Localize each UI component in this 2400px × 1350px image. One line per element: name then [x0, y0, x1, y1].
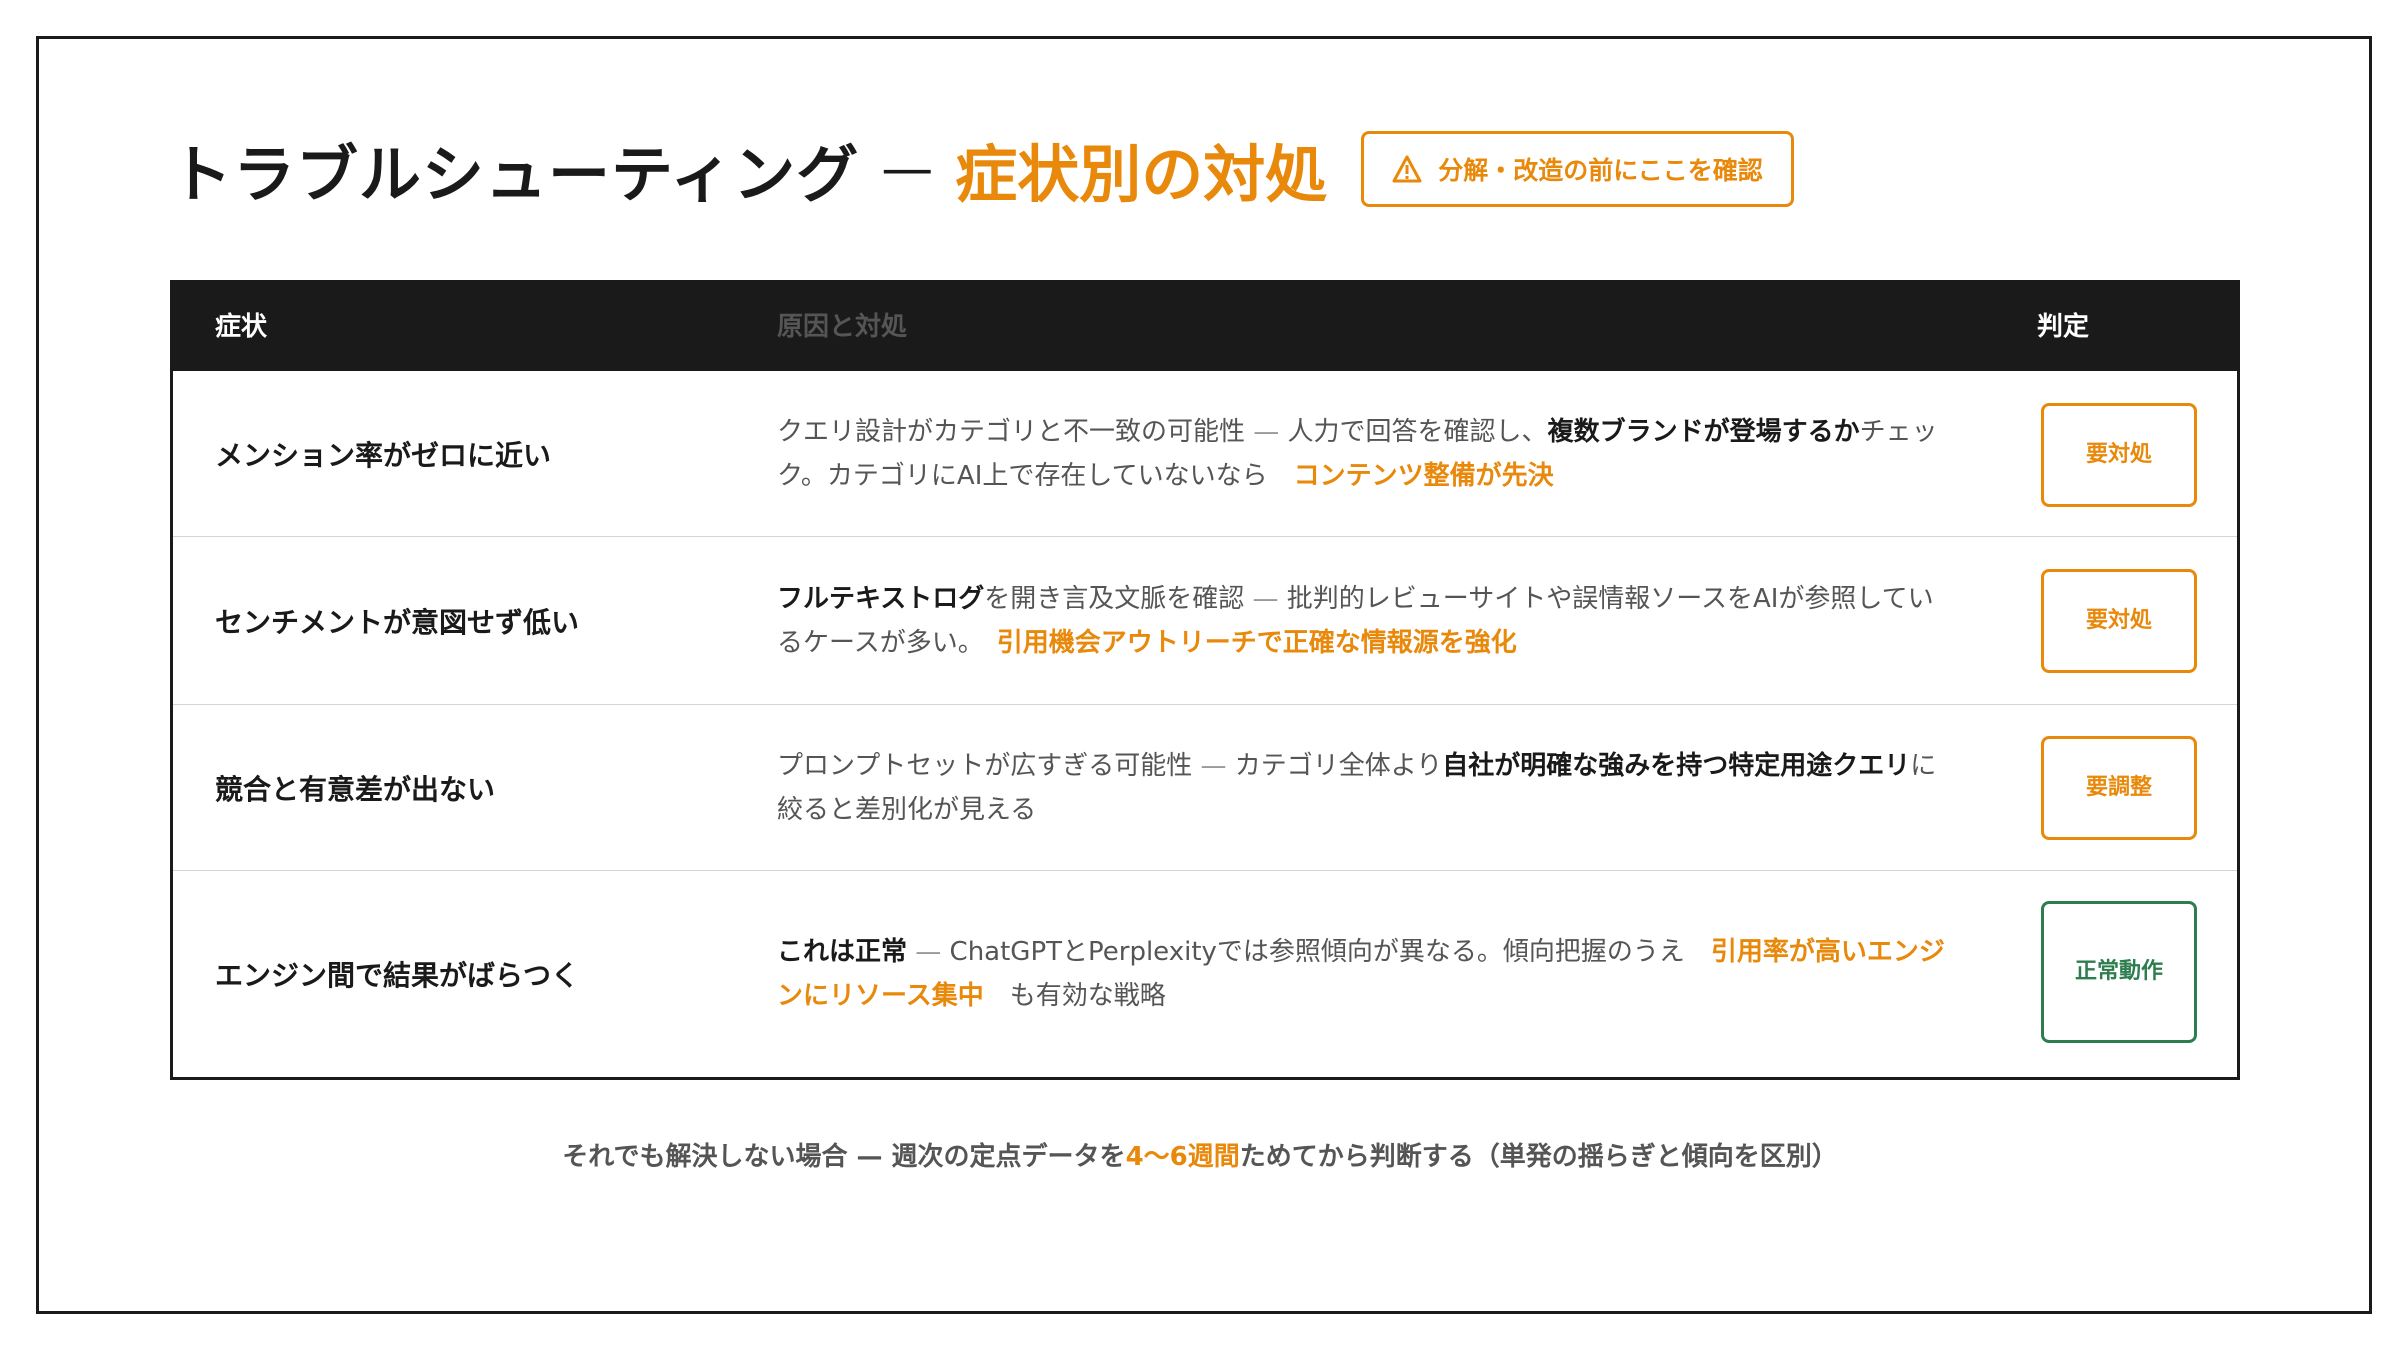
column-header-symptom: 症状	[215, 312, 268, 342]
cause-text: ChatGPTとPerplexityでは参照傾向が異なる。傾向把握のうえ	[949, 937, 1711, 967]
footer-note: それでも解決しない場合 — 週次の定点データを4〜6週間ためてから判断する（単発…	[0, 1136, 2400, 1173]
cause-cell: これは正常 — ChatGPTとPerplexityでは参照傾向が異なる。傾向把…	[777, 871, 1957, 1077]
cause-emphasis: 複数ブランドが登場するか	[1547, 416, 1860, 447]
symptom-cell: 競合と有意差が出ない	[215, 772, 496, 806]
cause-text: 人力で回答を確認し、	[1287, 416, 1548, 447]
table-row: 競合と有意差が出ない プロンプトセットが広すぎる可能性 — カテゴリ全体より自社…	[173, 705, 2237, 871]
cause-emphasis: フルテキストログ	[777, 583, 985, 614]
cause-emphasis: 自社が明確な強みを持つ特定用途クエリ	[1442, 750, 1911, 781]
verdict-badge: 要対処	[2041, 569, 2197, 673]
footer-highlight: 4〜6週間	[1125, 1142, 1240, 1172]
verdict-badge: 要調整	[2041, 736, 2197, 840]
cause-dash: —	[907, 937, 950, 967]
footer-text: それでも解決しない場合 — 週次の定点データを	[562, 1142, 1126, 1172]
cause-action: 引用機会アウトリーチで正確な情報源を強化	[996, 627, 1517, 658]
cause-text: を開き言及文脈を確認	[984, 583, 1245, 614]
table-row: エンジン間で結果がばらつく これは正常 — ChatGPTとPerplexity…	[173, 871, 2237, 1077]
troubleshooting-table: 症状 原因と対処 判定 メンション率がゼロに近い クエリ設計がカテゴリと不一致の…	[170, 280, 2240, 1080]
cause-action: コンテンツ整備が先決	[1293, 460, 1554, 491]
cause-cell: プロンプトセットが広すぎる可能性 — カテゴリ全体より自社が明確な強みを持つ特定…	[777, 705, 1957, 870]
cause-cell: クエリ設計がカテゴリと不一致の可能性 — 人力で回答を確認し、複数ブランドが登場…	[777, 371, 1957, 536]
warning-badge-label: 分解・改造の前にここを確認	[1438, 156, 1763, 185]
footer-text: ためてから判断する（単発の揺らぎと傾向を区別）	[1239, 1142, 1838, 1172]
cause-text: カテゴリ全体より	[1234, 750, 1443, 781]
table-row: メンション率がゼロに近い クエリ設計がカテゴリと不一致の可能性 — 人力で回答を…	[173, 371, 2237, 537]
cause-cell: フルテキストログを開き言及文脈を確認 — 批判的レビューサイトや誤情報ソースをA…	[777, 537, 1957, 704]
title-separator: —	[881, 139, 934, 199]
page-title-accent: 症状別の対処	[955, 138, 1328, 211]
table-row: センチメントが意図せず低い フルテキストログを開き言及文脈を確認 — 批判的レビ…	[173, 537, 2237, 705]
symptom-cell: センチメントが意図せず低い	[215, 605, 580, 639]
cause-text: プロンプトセットが広すぎる可能性	[777, 750, 1193, 781]
page-title: トラブルシューティング	[170, 138, 860, 211]
cause-dash: —	[1244, 583, 1287, 614]
cause-text: クエリ設計がカテゴリと不一致の可能性	[777, 416, 1246, 447]
cause-emphasis: これは正常	[777, 937, 908, 967]
table-header: 症状 原因と対処 判定	[173, 283, 2237, 371]
cause-text: も有効な戦略	[983, 981, 1166, 1011]
warning-badge: 分解・改造の前にここを確認	[1361, 131, 1794, 207]
verdict-badge: 要対処	[2041, 403, 2197, 507]
cause-dash: —	[1245, 416, 1288, 447]
page-header: トラブルシューティング — 症状別の対処 分解・改造の前にここを確認	[170, 128, 1794, 211]
verdict-badge: 正常動作	[2041, 901, 2197, 1043]
symptom-cell: メンション率がゼロに近い	[215, 438, 552, 472]
column-header-judgement: 判定	[2036, 312, 2089, 342]
symptom-cell: エンジン間で結果がばらつく	[215, 959, 580, 992]
column-header-cause: 原因と対処	[777, 312, 908, 342]
warning-triangle-icon	[1392, 155, 1422, 183]
cause-dash: —	[1192, 750, 1235, 781]
